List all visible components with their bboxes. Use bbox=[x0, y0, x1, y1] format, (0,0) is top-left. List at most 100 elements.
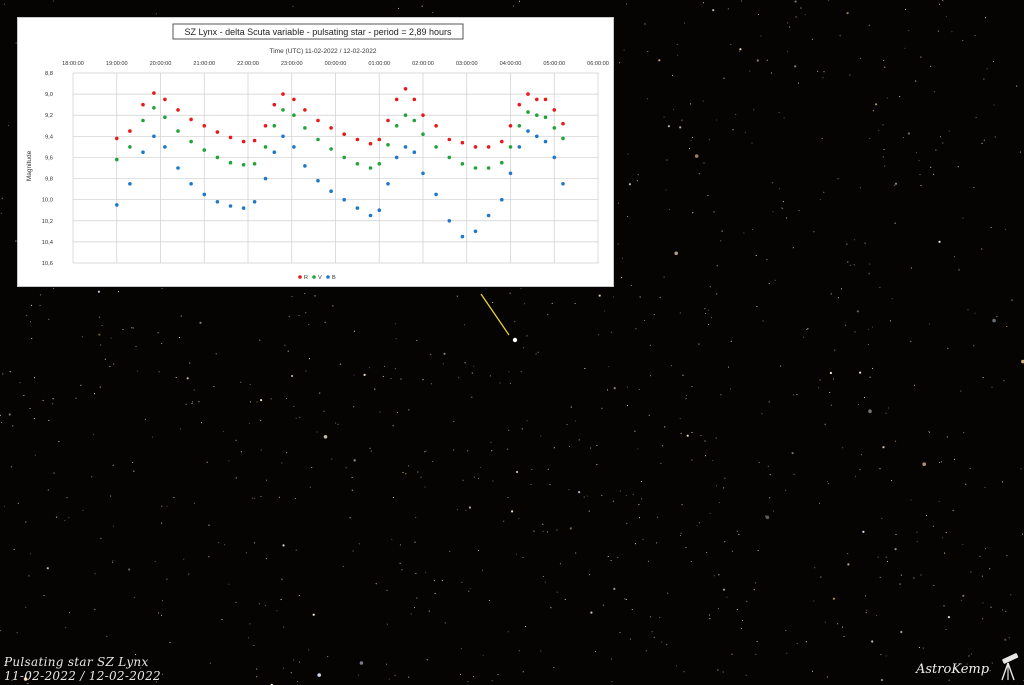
star bbox=[624, 598, 626, 600]
star bbox=[507, 496, 509, 499]
star bbox=[270, 398, 272, 400]
star bbox=[408, 676, 410, 678]
star bbox=[846, 243, 848, 245]
data-point-R bbox=[508, 124, 513, 128]
star bbox=[99, 386, 101, 388]
star bbox=[353, 406, 355, 408]
caption-title: Pulsating star SZ Lynx bbox=[4, 655, 149, 669]
star bbox=[837, 178, 839, 180]
data-point-R bbox=[403, 87, 408, 91]
star bbox=[97, 290, 100, 293]
star bbox=[625, 598, 628, 600]
star bbox=[683, 671, 685, 673]
star bbox=[827, 483, 829, 485]
star bbox=[930, 166, 932, 168]
star bbox=[1019, 151, 1021, 153]
star bbox=[879, 468, 881, 470]
star bbox=[708, 309, 710, 311]
data-point-R bbox=[434, 124, 438, 128]
star bbox=[768, 401, 770, 403]
star bbox=[884, 165, 886, 167]
star bbox=[1005, 610, 1007, 612]
star bbox=[308, 324, 310, 326]
star bbox=[464, 362, 466, 364]
star bbox=[676, 44, 678, 46]
data-point-B bbox=[526, 129, 530, 133]
star bbox=[516, 553, 518, 555]
star bbox=[467, 681, 469, 683]
star bbox=[331, 458, 333, 460]
data-point-B bbox=[447, 219, 452, 223]
star bbox=[414, 541, 416, 543]
star bbox=[945, 628, 947, 630]
data-point-B bbox=[543, 139, 548, 144]
star bbox=[792, 247, 794, 249]
star bbox=[713, 211, 715, 213]
star bbox=[807, 328, 809, 330]
star bbox=[3, 3, 5, 5]
star bbox=[370, 450, 372, 452]
star bbox=[516, 470, 519, 474]
star bbox=[946, 436, 948, 438]
star bbox=[973, 186, 975, 188]
star bbox=[290, 672, 292, 674]
data-point-R bbox=[447, 137, 452, 142]
star bbox=[938, 3, 940, 5]
star bbox=[158, 371, 160, 373]
star bbox=[460, 648, 462, 650]
star bbox=[824, 621, 826, 623]
star bbox=[128, 568, 131, 571]
star bbox=[919, 173, 921, 176]
star bbox=[641, 498, 643, 500]
star bbox=[612, 296, 615, 298]
star bbox=[716, 293, 718, 295]
star bbox=[1008, 637, 1010, 639]
star bbox=[430, 383, 432, 385]
data-point-B bbox=[272, 150, 277, 154]
star bbox=[630, 284, 632, 286]
data-point-R bbox=[460, 140, 465, 145]
star bbox=[564, 598, 566, 601]
star bbox=[610, 559, 612, 562]
star bbox=[180, 428, 182, 430]
star bbox=[608, 366, 610, 368]
star bbox=[260, 495, 262, 498]
star bbox=[2, 373, 4, 375]
y-axis-label: Magnitude bbox=[26, 150, 33, 181]
star bbox=[778, 188, 780, 190]
star bbox=[680, 432, 682, 435]
star bbox=[626, 386, 628, 388]
star bbox=[686, 434, 689, 437]
star bbox=[782, 207, 784, 209]
star bbox=[738, 50, 740, 52]
star bbox=[258, 603, 260, 605]
star bbox=[132, 461, 134, 464]
star bbox=[610, 658, 613, 660]
data-point-R bbox=[355, 137, 360, 142]
star bbox=[872, 110, 874, 112]
star bbox=[990, 226, 992, 229]
star bbox=[882, 446, 885, 449]
star bbox=[520, 370, 522, 373]
star bbox=[679, 126, 682, 129]
star bbox=[863, 397, 866, 399]
star bbox=[933, 584, 935, 586]
data-point-B bbox=[561, 182, 565, 186]
star bbox=[894, 222, 896, 224]
star bbox=[667, 592, 669, 594]
star bbox=[756, 59, 759, 62]
star bbox=[424, 451, 426, 453]
star bbox=[31, 338, 33, 340]
star bbox=[854, 239, 856, 241]
star bbox=[837, 623, 839, 625]
star bbox=[0, 630, 1, 632]
star bbox=[39, 294, 41, 296]
star bbox=[111, 561, 114, 563]
star bbox=[568, 489, 570, 491]
star bbox=[606, 389, 609, 391]
star bbox=[879, 576, 881, 578]
star bbox=[106, 636, 108, 638]
star bbox=[405, 473, 407, 475]
data-point-R bbox=[128, 129, 132, 133]
star bbox=[646, 98, 649, 100]
